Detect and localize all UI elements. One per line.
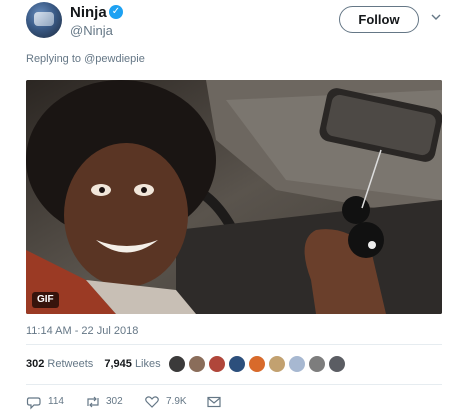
liker-avatar[interactable] bbox=[268, 355, 286, 373]
avatar[interactable] bbox=[26, 2, 62, 38]
liker-avatar[interactable] bbox=[328, 355, 346, 373]
liker-avatar[interactable] bbox=[308, 355, 326, 373]
follow-button[interactable]: Follow bbox=[339, 6, 419, 33]
tweet-timestamp[interactable]: 11:14 AM - 22 Jul 2018 bbox=[26, 325, 138, 337]
retweet-action-count: 302 bbox=[106, 396, 123, 407]
like-stat[interactable]: 7,945 Likes bbox=[104, 358, 160, 370]
retweet-count: 302 bbox=[26, 358, 45, 370]
retweet-label: Retweets bbox=[47, 358, 94, 370]
divider bbox=[26, 384, 442, 385]
like-action-count: 7.9K bbox=[166, 396, 187, 407]
gif-media[interactable]: GIF bbox=[26, 80, 442, 314]
divider bbox=[26, 344, 442, 345]
tweet: Ninja ✓ @Ninja Follow Replying to @pewdi… bbox=[0, 0, 470, 418]
verified-badge-icon: ✓ bbox=[109, 5, 123, 19]
like-label: Likes bbox=[134, 358, 161, 370]
chevron-down-icon[interactable] bbox=[430, 11, 442, 23]
like-icon bbox=[145, 396, 159, 408]
tweet-stats: 302 Retweets 7,945 Likes bbox=[26, 358, 161, 370]
retweet-icon bbox=[87, 396, 99, 408]
liker-avatar[interactable] bbox=[288, 355, 306, 373]
replying-to: Replying to @pewdiepie bbox=[26, 53, 145, 65]
message-icon bbox=[207, 396, 221, 408]
tweet-actions: 114 302 7.9K bbox=[26, 393, 246, 411]
gif-badge: GIF bbox=[32, 292, 59, 308]
replying-to-label: Replying to bbox=[26, 53, 82, 65]
like-count: 7,945 bbox=[104, 358, 132, 370]
liker-avatar[interactable] bbox=[228, 355, 246, 373]
liker-avatar[interactable] bbox=[188, 355, 206, 373]
liker-avatar[interactable] bbox=[168, 355, 186, 373]
reply-icon bbox=[26, 397, 41, 410]
mention-link[interactable]: @pewdiepie bbox=[84, 53, 145, 65]
reply-count: 114 bbox=[48, 396, 64, 407]
gif-frame-image bbox=[26, 80, 442, 314]
retweet-stat[interactable]: 302 Retweets bbox=[26, 358, 93, 370]
liker-avatar[interactable] bbox=[208, 355, 226, 373]
author-name[interactable]: Ninja bbox=[70, 4, 107, 21]
author-handle[interactable]: @Ninja bbox=[70, 23, 113, 38]
liker-avatar[interactable] bbox=[248, 355, 266, 373]
